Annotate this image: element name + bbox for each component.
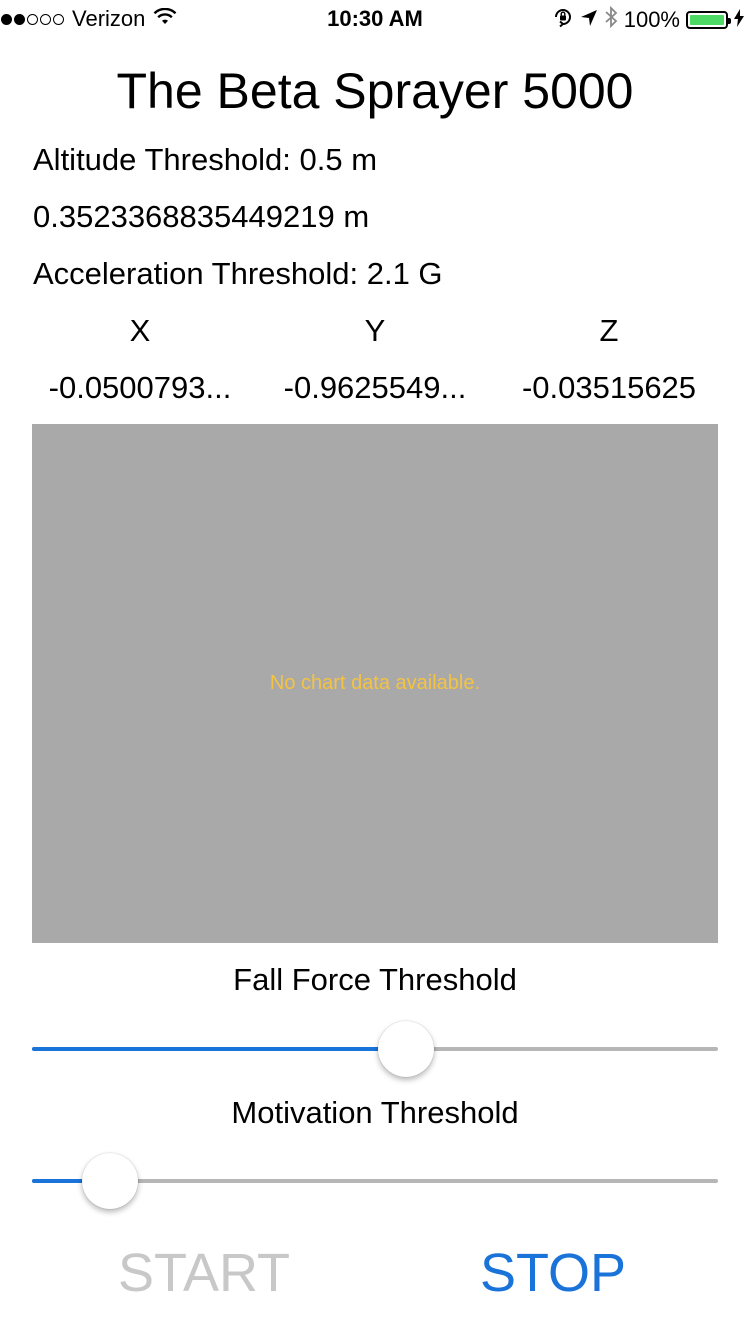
motivation-label: Motivation Threshold	[231, 1095, 519, 1130]
x-accel-value: -0.0500793...	[48, 370, 232, 405]
battery-icon	[686, 11, 731, 29]
y-accel-value: -0.9625549...	[283, 370, 467, 405]
status-bar: Verizon 10:30 AM 100%	[0, 0, 750, 40]
page-title: The Beta Sprayer 5000	[116, 63, 634, 119]
status-right: 100%	[546, 5, 744, 34]
acceleration-threshold-label: Acceleration Threshold: 2.1 G	[33, 256, 443, 291]
altitude-value: 0.3523368835449219 m	[33, 199, 370, 234]
altitude-threshold-label: Altitude Threshold: 0.5 m	[33, 142, 378, 177]
slider-thumb[interactable]	[81, 1153, 138, 1209]
fall-force-label: Fall Force Threshold	[233, 962, 517, 997]
orientation-lock-icon	[552, 6, 574, 34]
chart-area: No chart data available.	[32, 424, 718, 943]
battery-percent: 100%	[623, 7, 680, 32]
location-arrow-icon	[580, 7, 598, 33]
slider-fill	[32, 1047, 406, 1051]
charging-bolt-icon	[734, 7, 744, 33]
z-axis-header: Z	[599, 313, 619, 348]
fall-force-slider[interactable]	[32, 1021, 718, 1077]
x-axis-header: X	[129, 313, 151, 348]
z-accel-value: -0.03515625	[521, 370, 697, 405]
slider-thumb[interactable]	[377, 1021, 434, 1077]
bluetooth-icon	[604, 5, 618, 34]
stop-button[interactable]: STOP	[480, 1240, 626, 1306]
chart-empty-message: No chart data available.	[269, 672, 481, 694]
start-button[interactable]: START	[118, 1240, 290, 1306]
motivation-slider[interactable]	[32, 1153, 718, 1209]
y-axis-header: Y	[364, 313, 386, 348]
